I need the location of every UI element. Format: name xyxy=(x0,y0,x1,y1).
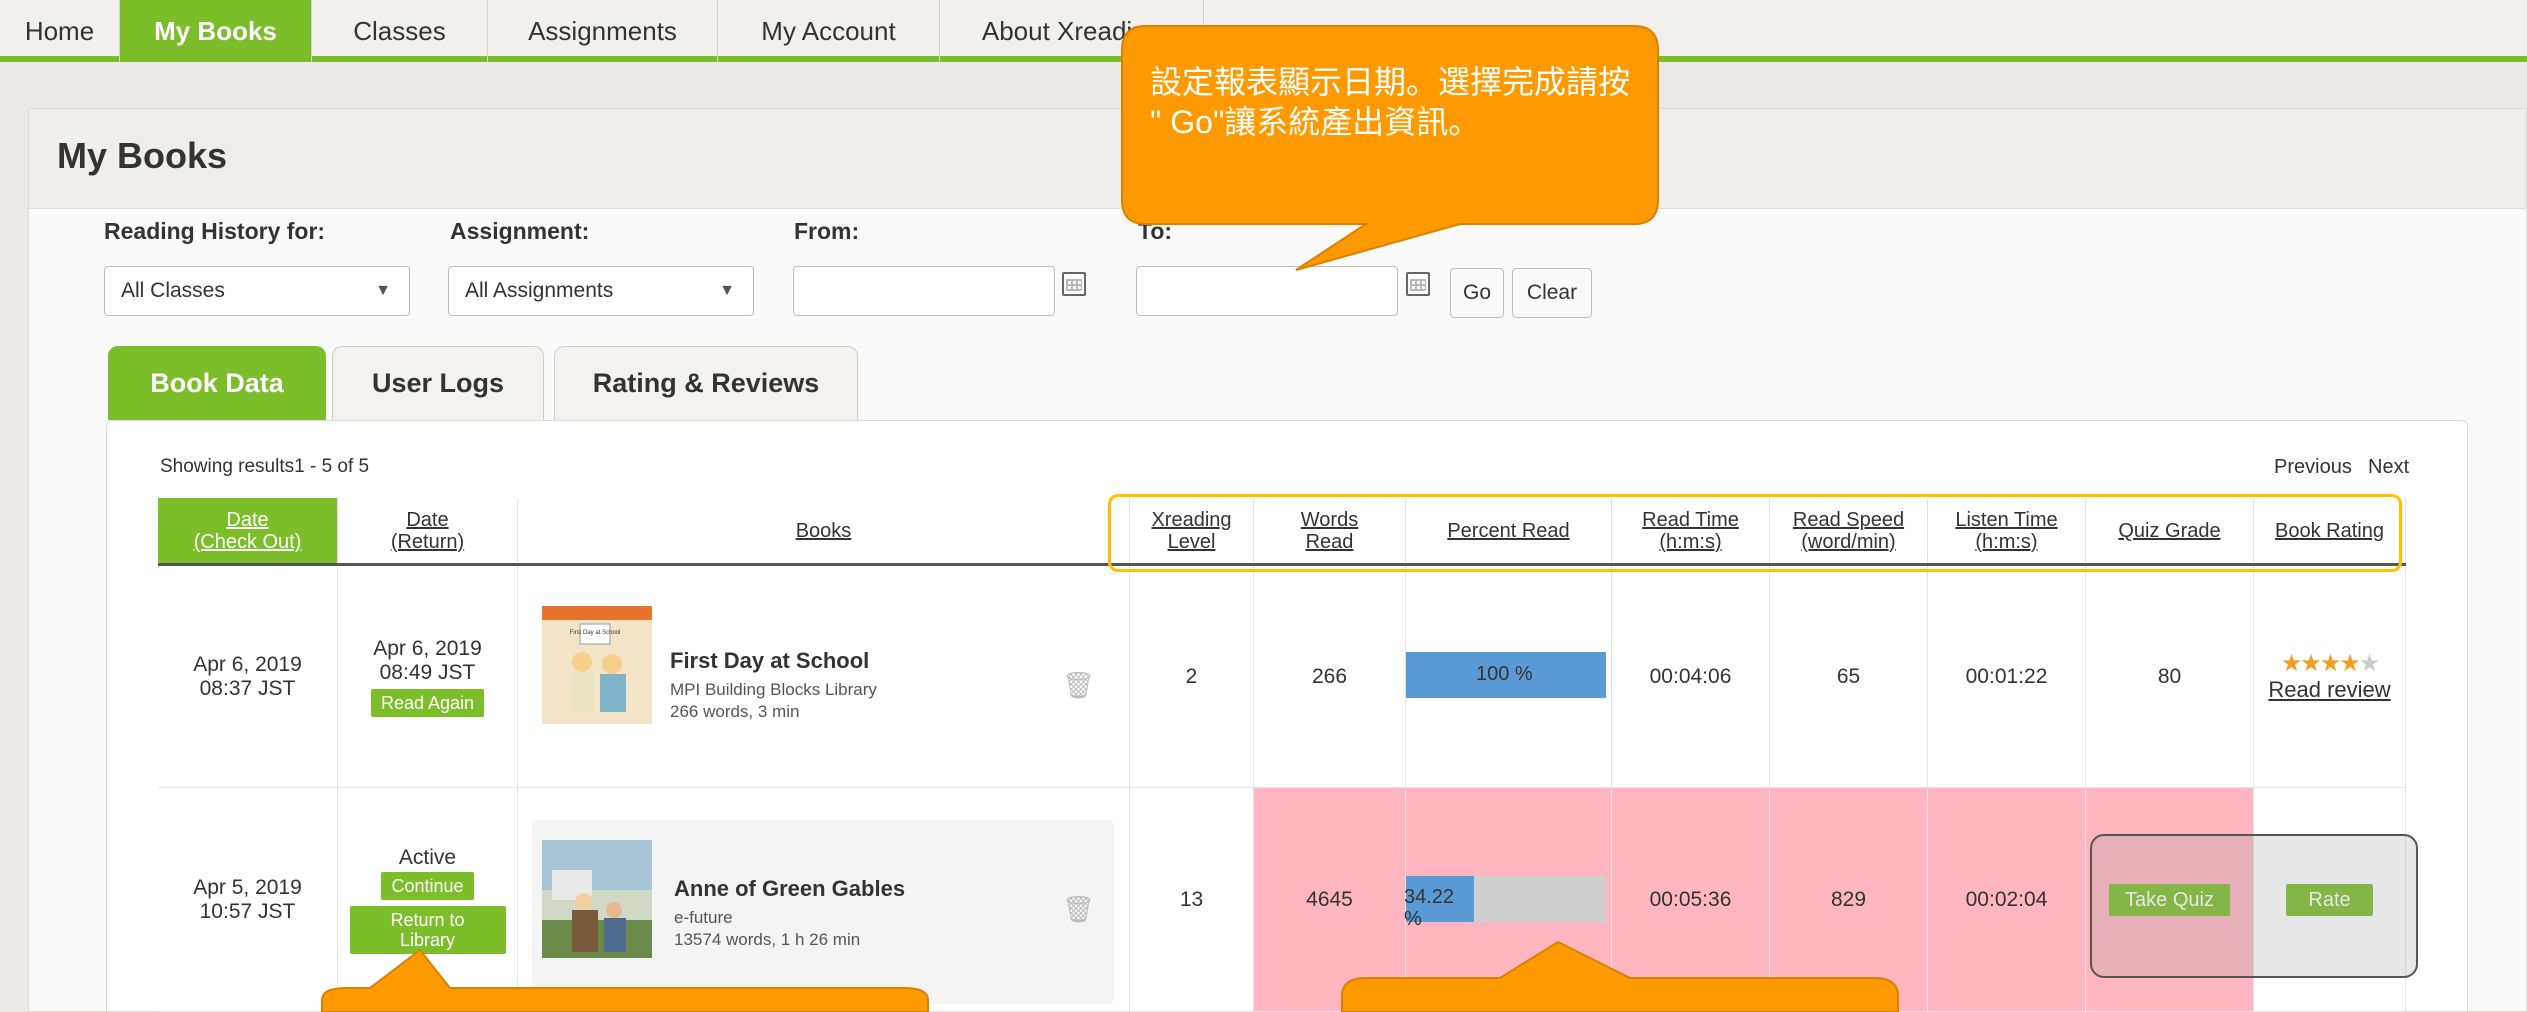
tab-rating-reviews[interactable]: Rating & Reviews xyxy=(554,346,858,420)
reading-history-value: All Classes xyxy=(121,279,225,302)
status-active: Active xyxy=(398,845,457,869)
book-series: e-future xyxy=(674,908,733,927)
words-read: 266 xyxy=(1254,566,1406,788)
checkout-date: Apr 5, 2019 10:57 JST xyxy=(158,788,338,1012)
pager-previous[interactable]: Previous xyxy=(2274,456,2352,479)
highlight-frame xyxy=(1108,494,2402,572)
book-series: MPI Building Blocks Library xyxy=(670,680,877,699)
nav-assignments[interactable]: Assignments xyxy=(488,0,718,62)
nav-my-account[interactable]: My Account xyxy=(718,0,940,62)
header-date-checkout[interactable]: Date (Check Out) xyxy=(158,498,338,564)
return-date: Apr 6, 2019 08:49 JST xyxy=(373,636,482,684)
percent-label: 34.22 % xyxy=(1404,886,1455,930)
read-time: 00:04:06 xyxy=(1612,566,1770,788)
book-cover-first-day[interactable]: First Day at School xyxy=(542,606,652,724)
book-info: 266 words, 3 min xyxy=(670,702,800,721)
nav-classes[interactable]: Classes xyxy=(312,0,488,62)
tab-book-data[interactable]: Book Data xyxy=(108,346,326,420)
nav-my-books[interactable]: My Books xyxy=(120,0,312,62)
return-cell: Apr 6, 2019 08:49 JST Read Again xyxy=(338,566,518,788)
rating-stars-icon: ★★★★★ xyxy=(2280,649,2381,677)
calendar-icon[interactable] xyxy=(1406,272,1430,296)
header-books[interactable]: Books xyxy=(518,498,1130,564)
assignment-label: Assignment: xyxy=(450,218,590,244)
chevron-down-icon: ▼ xyxy=(719,282,735,299)
chevron-down-icon: ▼ xyxy=(375,282,391,299)
rating-cell: ★★★★★ Read review xyxy=(2254,566,2406,788)
cover-title-text: First Day at School xyxy=(570,630,621,636)
return-to-library-button[interactable]: Return to Library xyxy=(349,905,506,954)
percent-label: 100 % xyxy=(1476,663,1533,685)
clear-button[interactable]: Clear xyxy=(1512,268,1592,318)
results-count: Showing results1 - 5 of 5 xyxy=(160,456,370,477)
listen-time: 00:02:04 xyxy=(1928,788,2086,1012)
assignment-select[interactable]: All Assignments ▼ xyxy=(448,266,754,316)
read-again-button[interactable]: Read Again xyxy=(370,688,485,717)
nav-home[interactable]: Home xyxy=(0,0,120,62)
checkout-date: Apr 6, 2019 08:37 JST xyxy=(158,566,338,788)
read-review-link[interactable]: Read review xyxy=(2268,677,2390,702)
highlight-frame xyxy=(2090,834,2418,978)
assignment-value: All Assignments xyxy=(465,279,614,302)
callout-bottom-left xyxy=(321,948,929,1012)
go-button[interactable]: Go xyxy=(1450,268,1504,318)
page-title: My Books xyxy=(57,135,228,176)
quiz-grade: 80 xyxy=(2086,566,2254,788)
book-info: 13574 words, 1 h 26 min xyxy=(674,930,861,949)
reading-history-label: Reading History for: xyxy=(104,218,326,244)
callout-top-text: 設定報表顯示日期。選擇完成請按 " Go"讓系統產出資訊。 xyxy=(1150,64,1631,140)
continue-button[interactable]: Continue xyxy=(381,871,474,900)
trash-icon[interactable]: 🗑 xyxy=(1062,894,1095,925)
pager-next[interactable]: Next xyxy=(2368,456,2409,479)
tab-user-logs[interactable]: User Logs xyxy=(332,346,544,420)
xreading-level: 2 xyxy=(1130,566,1254,788)
trash-icon[interactable]: 🗑 xyxy=(1062,670,1095,701)
callout-bottom-right xyxy=(1341,940,1899,1012)
calendar-icon[interactable] xyxy=(1062,272,1086,296)
listen-time: 00:01:22 xyxy=(1928,566,2086,788)
header-date-return[interactable]: Date (Return) xyxy=(338,498,518,564)
from-label: From: xyxy=(794,218,860,244)
from-date-input[interactable] xyxy=(793,266,1055,316)
reading-history-select[interactable]: All Classes ▼ xyxy=(104,266,410,316)
book-title[interactable]: First Day at School xyxy=(670,648,869,674)
xreading-level: 13 xyxy=(1130,788,1254,1012)
book-title[interactable]: Anne of Green Gables xyxy=(674,876,905,902)
read-speed: 65 xyxy=(1770,566,1928,788)
book-cover-anne[interactable] xyxy=(542,840,652,958)
